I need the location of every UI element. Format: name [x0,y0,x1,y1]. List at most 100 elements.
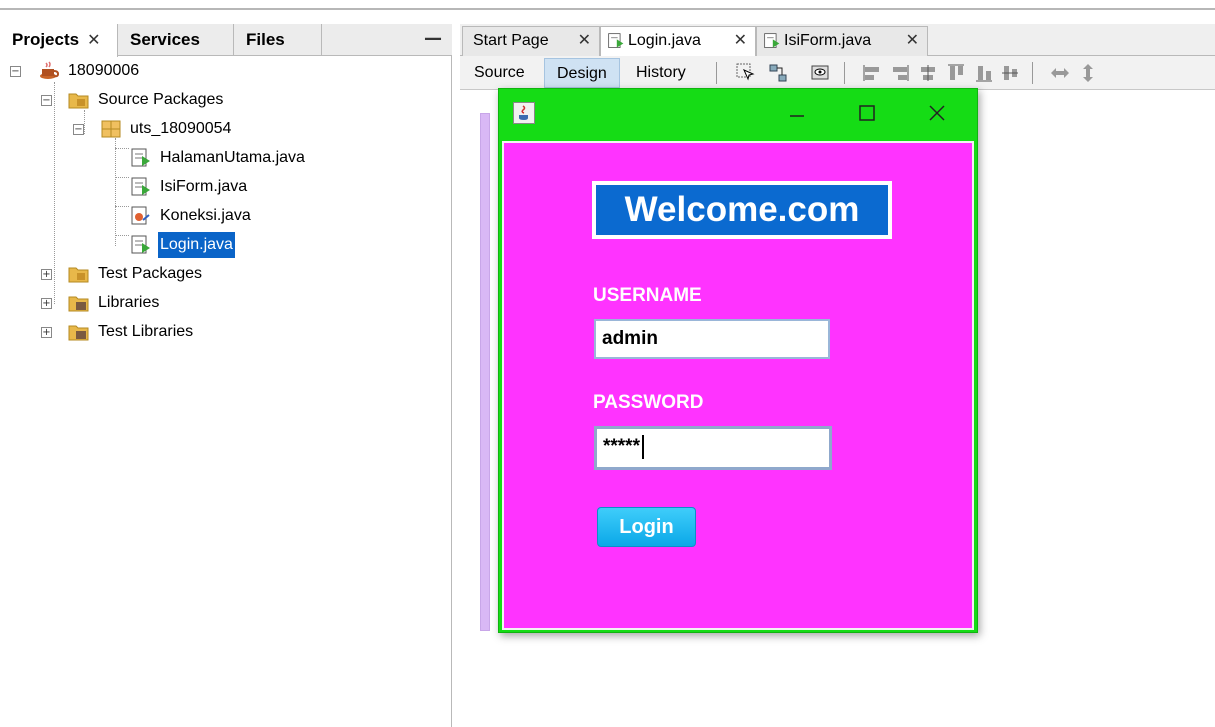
design-view-button[interactable]: Design [544,58,620,88]
username-label: USERNAME [593,285,702,306]
java-form-icon [608,32,624,48]
tree-node-project[interactable]: 18090006 [38,58,141,84]
login-window: Welcome.com USERNAME admin PASSWORD ****… [498,88,978,633]
close-icon[interactable]: ✕ [734,27,747,55]
window-close-button[interactable] [914,97,960,129]
tab-files[interactable]: Files [234,24,322,56]
window-titlebar[interactable] [499,89,977,139]
center-vertically-icon[interactable] [1000,63,1020,83]
history-view-button[interactable]: History [624,58,698,88]
tree-label: Koneksi.java [160,207,251,224]
login-form: Welcome.com USERNAME admin PASSWORD ****… [502,141,974,630]
tree-label: Test Packages [98,265,203,282]
window-minimize-button[interactable] [774,97,820,129]
tree-label: HalamanUtama.java [160,149,305,166]
toolbar-separator [716,62,717,84]
window-maximize-button[interactable] [844,97,890,129]
java-form-icon [131,148,150,167]
editor-tabs: Start Page ✕ Login.java ✕ IsiForm.java ✕ [460,24,1215,57]
text-caret [641,434,644,459]
tree-label: Login.java [158,232,235,258]
java-project-icon [40,61,60,79]
library-folder-icon [68,296,89,312]
tree-node-source-packages[interactable]: Source Packages [68,87,225,113]
tree-label: 18090006 [68,62,140,79]
tab-files-label: Files [246,30,285,49]
tree-node-package[interactable]: uts_18090054 [100,116,233,142]
resize-vertical-icon[interactable] [1078,63,1098,83]
close-icon[interactable]: ✕ [578,27,591,55]
tree-connector [115,235,129,236]
expand-icon[interactable]: + [41,269,52,280]
panel-tabs: Projects ✕ Services Files — [0,24,452,57]
resize-horizontal-icon[interactable] [1050,63,1070,83]
tree-node-file[interactable]: Koneksi.java [130,203,253,229]
java-form-icon [131,177,150,196]
java-form-icon [764,32,780,48]
tree-connector [54,82,55,304]
tab-isiform-java[interactable]: IsiForm.java ✕ [756,26,928,56]
top-strip [0,0,1215,10]
align-top-icon[interactable] [946,63,966,83]
password-label: PASSWORD [593,392,704,413]
expand-icon[interactable]: + [41,327,52,338]
align-right-icon[interactable] [890,63,910,83]
tab-login-java[interactable]: Login.java ✕ [600,26,756,57]
tab-services[interactable]: Services [118,24,234,56]
minimize-panel-button[interactable]: — [424,24,442,56]
collapse-icon[interactable]: − [41,95,52,106]
tab-label: Login.java [628,32,701,49]
tree-node-file[interactable]: IsiForm.java [130,174,249,200]
connection-mode-icon[interactable] [768,63,788,83]
toolbar-separator [1032,62,1033,84]
projects-panel: Projects ✕ Services Files — − 18090006 −… [0,24,452,727]
align-left-icon[interactable] [862,63,882,83]
maximize-icon [859,105,875,121]
java-form-icon [131,235,150,254]
tab-start-page[interactable]: Start Page ✕ [462,26,600,56]
source-view-button[interactable]: Source [462,58,537,88]
tree-node-libraries[interactable]: Libraries [68,290,161,316]
tree-connector [115,206,129,207]
tree-connector [84,110,85,134]
toolbar-separator [844,62,845,84]
tree-label: Test Libraries [98,323,194,340]
password-input[interactable]: ***** [594,426,832,470]
java-class-icon [131,206,150,225]
close-icon[interactable]: ✕ [87,32,100,49]
package-folder-icon [68,93,89,109]
package-icon [101,120,121,138]
tab-projects[interactable]: Projects ✕ [0,24,118,57]
tree-node-file-selected[interactable]: Login.java [130,232,235,258]
selection-mode-icon[interactable] [736,63,756,83]
collapse-icon[interactable]: − [73,124,84,135]
tree-node-test-packages[interactable]: Test Packages [68,261,204,287]
expand-icon[interactable]: + [41,298,52,309]
design-toolbar: Source Design History [460,56,1215,90]
design-canvas-frame [480,113,490,631]
tree-node-test-libraries[interactable]: Test Libraries [68,319,195,345]
welcome-heading: Welcome.com [592,181,892,239]
collapse-icon[interactable]: − [10,66,21,77]
close-icon [929,105,945,121]
login-button[interactable]: Login [597,507,696,547]
center-horizontally-icon[interactable] [918,63,938,83]
tree-node-file[interactable]: HalamanUtama.java [130,145,307,171]
tab-services-label: Services [130,30,200,49]
package-folder-icon [68,267,89,283]
close-icon[interactable]: ✕ [906,27,919,55]
tree-connector [115,177,129,178]
tab-label: Start Page [473,32,549,49]
tree-label: Libraries [98,294,160,311]
username-input[interactable]: admin [594,319,830,359]
tab-label: IsiForm.java [784,32,872,49]
tab-projects-label: Projects [12,30,80,49]
tree-label: Source Packages [98,91,224,108]
tree-connector [115,148,129,149]
library-folder-icon [68,325,89,341]
preview-design-icon[interactable] [810,63,830,83]
java-app-icon [513,102,535,124]
align-bottom-icon[interactable] [974,63,994,83]
tree-label: IsiForm.java [160,178,248,195]
tree-connector [115,138,116,246]
